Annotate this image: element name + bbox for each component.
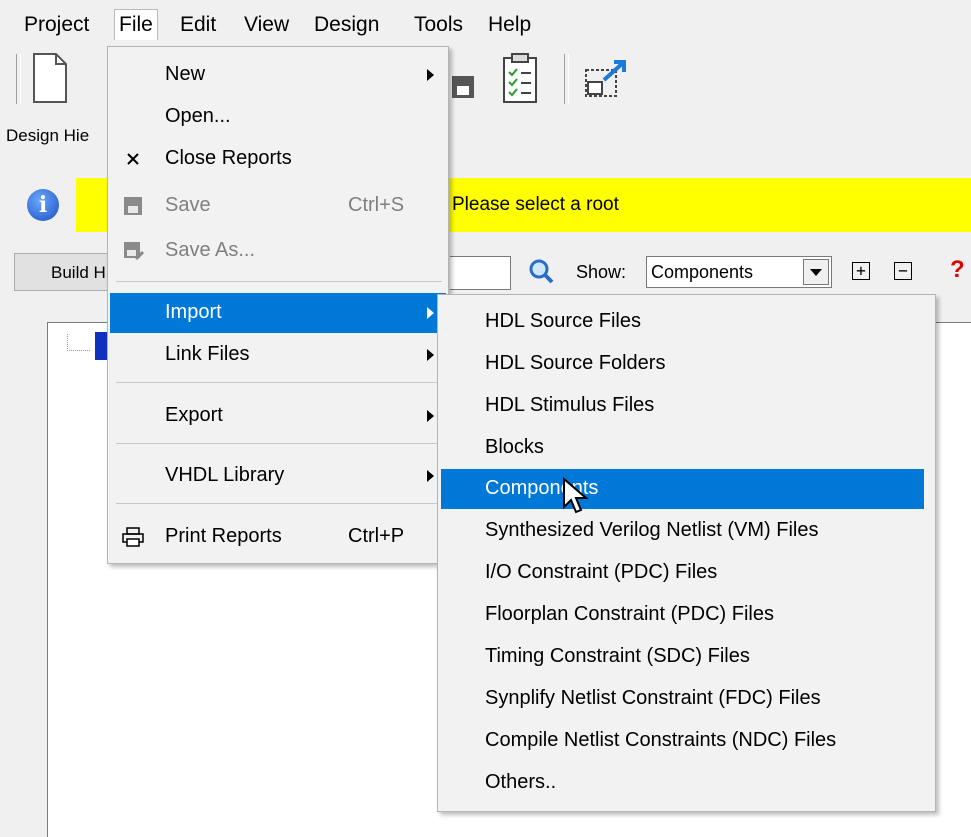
submenu-arrow-icon (427, 470, 434, 482)
menu-file[interactable]: File (114, 9, 158, 40)
window-icon[interactable] (582, 56, 632, 100)
design-hierarchy-tab[interactable]: Design Hie (6, 126, 89, 146)
menu-item-link-files[interactable]: Link Files (110, 335, 446, 375)
menu-item-import[interactable]: Import (110, 293, 446, 333)
menu-bar: Project File Edit View Design Tools Help (0, 0, 971, 44)
menu-edit[interactable]: Edit (176, 10, 220, 40)
submenu-arrow-icon (427, 410, 434, 422)
show-label: Show: (576, 262, 627, 282)
tree-connector (67, 334, 90, 351)
message-text: Please select a root (452, 194, 619, 215)
new-file-icon[interactable] (30, 52, 70, 104)
tree-root-icon[interactable] (95, 332, 107, 360)
submenu-item-hdl-source-files[interactable]: HDL Source Files (441, 302, 924, 342)
submenu-arrow-icon (427, 69, 434, 81)
submenu-item-others[interactable]: Others.. (441, 763, 924, 803)
toolbar-grip (16, 54, 21, 104)
save-as-icon (124, 242, 144, 261)
submenu-item-synthesized-verilog-netlist[interactable]: Synthesized Verilog Netlist (VM) Files (441, 511, 924, 551)
menu-view[interactable]: View (240, 10, 293, 40)
save-icon[interactable] (448, 72, 478, 102)
chevron-down-icon[interactable] (803, 259, 829, 285)
menu-item-open[interactable]: Open... (110, 97, 446, 137)
menu-item-save[interactable]: Save Ctrl+S (110, 186, 446, 226)
submenu-item-blocks[interactable]: Blocks (441, 428, 924, 468)
submenu-arrow-icon (427, 349, 434, 361)
import-submenu: HDL Source Files HDL Source Folders HDL … (437, 294, 936, 812)
toolbar-separator (564, 54, 569, 104)
menu-help[interactable]: Help (484, 10, 535, 40)
collapse-all-button[interactable]: − (894, 262, 912, 280)
menu-item-export[interactable]: Export (110, 396, 446, 436)
menu-item-print-reports[interactable]: Print Reports Ctrl+P (110, 517, 446, 557)
menu-tools[interactable]: Tools (410, 10, 467, 40)
submenu-item-io-constraint[interactable]: I/O Constraint (PDC) Files (441, 553, 924, 593)
close-icon (127, 153, 139, 165)
show-select[interactable]: Components (646, 256, 832, 288)
menu-separator (116, 503, 442, 504)
show-select-value: Components (651, 262, 754, 282)
submenu-item-timing-constraint[interactable]: Timing Constraint (SDC) Files (441, 637, 924, 677)
menu-item-close-reports[interactable]: Close Reports (110, 139, 446, 179)
save-icon (124, 197, 142, 215)
file-menu: New Open... Close Reports Save Ctrl+S Sa… (107, 46, 449, 564)
menu-project[interactable]: Project (20, 10, 93, 40)
magnifier-icon[interactable] (528, 258, 554, 284)
submenu-arrow-icon (427, 307, 434, 319)
menu-design[interactable]: Design (310, 10, 383, 40)
help-icon[interactable]: ? (950, 256, 965, 284)
submenu-item-hdl-stimulus-files[interactable]: HDL Stimulus Files (441, 386, 924, 426)
printer-icon (122, 527, 144, 547)
submenu-item-hdl-source-folders[interactable]: HDL Source Folders (441, 344, 924, 384)
submenu-item-components[interactable]: Components (441, 469, 924, 509)
submenu-item-compile-netlist-constraints[interactable]: Compile Netlist Constraints (NDC) Files (441, 721, 924, 761)
menu-separator (116, 281, 442, 282)
info-icon: i (27, 189, 59, 221)
checklist-icon[interactable] (500, 52, 540, 104)
search-input[interactable] (450, 256, 511, 290)
submenu-item-floorplan-constraint[interactable]: Floorplan Constraint (PDC) Files (441, 595, 924, 635)
menu-separator (116, 382, 442, 383)
mouse-cursor-icon (563, 477, 589, 514)
menu-separator (116, 443, 442, 444)
submenu-item-synplify-netlist-constraint[interactable]: Synplify Netlist Constraint (FDC) Files (441, 679, 924, 719)
menu-item-new[interactable]: New (110, 55, 446, 95)
menu-item-save-as[interactable]: Save As... (110, 231, 446, 271)
menu-item-vhdl-library[interactable]: VHDL Library (110, 456, 446, 496)
expand-all-button[interactable]: + (852, 262, 870, 280)
